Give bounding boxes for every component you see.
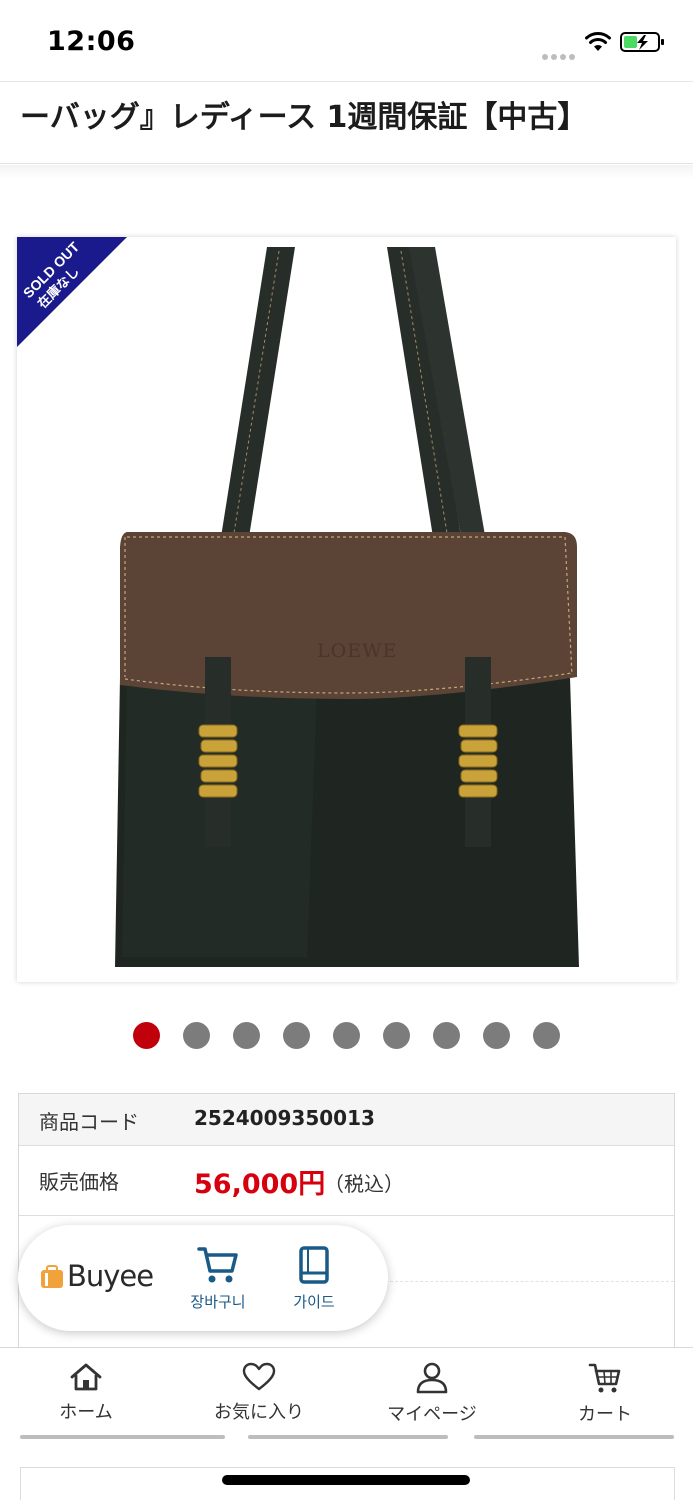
buyee-logo-icon bbox=[41, 1265, 63, 1288]
product-code-value: 2524009350013 bbox=[194, 1106, 375, 1130]
carousel-dot-7[interactable] bbox=[433, 1022, 460, 1049]
price-value: 56,000円 bbox=[194, 1169, 326, 1200]
nav-favorites-label: お気に入り bbox=[214, 1402, 304, 1423]
product-image[interactable]: LOEWE SOLD OUT 在庫なし bbox=[17, 237, 676, 982]
home-icon bbox=[70, 1363, 102, 1391]
bottom-navigation: ホーム お気に入り マイページ カート bbox=[0, 1347, 693, 1439]
carousel-dot-5[interactable] bbox=[333, 1022, 360, 1049]
image-carousel-dots bbox=[0, 1022, 693, 1050]
book-icon bbox=[299, 1246, 329, 1284]
svg-text:LOEWE: LOEWE bbox=[317, 640, 397, 662]
nav-home[interactable]: ホーム bbox=[46, 1362, 126, 1424]
title-divider bbox=[0, 165, 693, 179]
tab-underline bbox=[474, 1435, 674, 1439]
carousel-dot-9[interactable] bbox=[533, 1022, 560, 1049]
carousel-dot-3[interactable] bbox=[233, 1022, 260, 1049]
tab-underline bbox=[248, 1435, 448, 1439]
product-code-row: 商品コード 2524009350013 bbox=[19, 1094, 674, 1146]
tax-included-note: （税込） bbox=[324, 1172, 404, 1196]
carousel-dot-1[interactable] bbox=[133, 1022, 160, 1049]
buyee-cart-label: 장바구니 bbox=[190, 1293, 246, 1311]
bag-photo: LOEWE bbox=[115, 247, 579, 967]
battery-charging-icon bbox=[620, 32, 664, 52]
carousel-dot-8[interactable] bbox=[483, 1022, 510, 1049]
nav-mypage[interactable]: マイページ bbox=[372, 1362, 492, 1426]
product-code-label: 商品コード bbox=[39, 1110, 139, 1134]
status-bar: 12:06 bbox=[0, 0, 693, 82]
user-icon bbox=[416, 1362, 448, 1394]
buyee-guide-label: 가이드 bbox=[293, 1293, 335, 1311]
buyee-cart-button[interactable]: 장바구니 bbox=[178, 1245, 258, 1312]
carousel-dot-2[interactable] bbox=[183, 1022, 210, 1049]
carousel-dot-6[interactable] bbox=[383, 1022, 410, 1049]
carousel-dot-4[interactable] bbox=[283, 1022, 310, 1049]
nav-cart[interactable]: カート bbox=[560, 1362, 650, 1426]
cart-icon bbox=[197, 1247, 238, 1283]
buyee-logo-text: Buyee bbox=[67, 1259, 154, 1293]
buyee-logo[interactable]: Buyee bbox=[40, 1259, 156, 1295]
product-title-bar: ーバッグ』レディース 1週間保証【中古】 bbox=[0, 82, 693, 164]
heart-icon bbox=[242, 1362, 276, 1391]
cart-icon bbox=[588, 1363, 621, 1393]
nav-home-label: ホーム bbox=[59, 1402, 113, 1423]
product-title: ーバッグ』レディース 1週間保証【中古】 bbox=[20, 100, 588, 135]
wifi-icon bbox=[585, 32, 611, 51]
price-row: 販売価格 56,000円 （税込） bbox=[19, 1146, 674, 1216]
tab-underline bbox=[20, 1435, 225, 1439]
home-indicator bbox=[222, 1475, 470, 1485]
status-time: 12:06 bbox=[47, 26, 136, 57]
nav-cart-label: カート bbox=[578, 1404, 632, 1425]
buyee-guide-button[interactable]: 가이드 bbox=[274, 1245, 354, 1312]
sold-out-badge: SOLD OUT 在庫なし bbox=[17, 237, 127, 347]
nav-favorites[interactable]: お気に入り bbox=[199, 1362, 319, 1424]
price-label: 販売価格 bbox=[39, 1170, 119, 1194]
cellular-signal-icon bbox=[542, 45, 578, 60]
nav-mypage-label: マイページ bbox=[387, 1404, 477, 1425]
buyee-widget: Buyee 장바구니 가이드 bbox=[18, 1225, 388, 1331]
